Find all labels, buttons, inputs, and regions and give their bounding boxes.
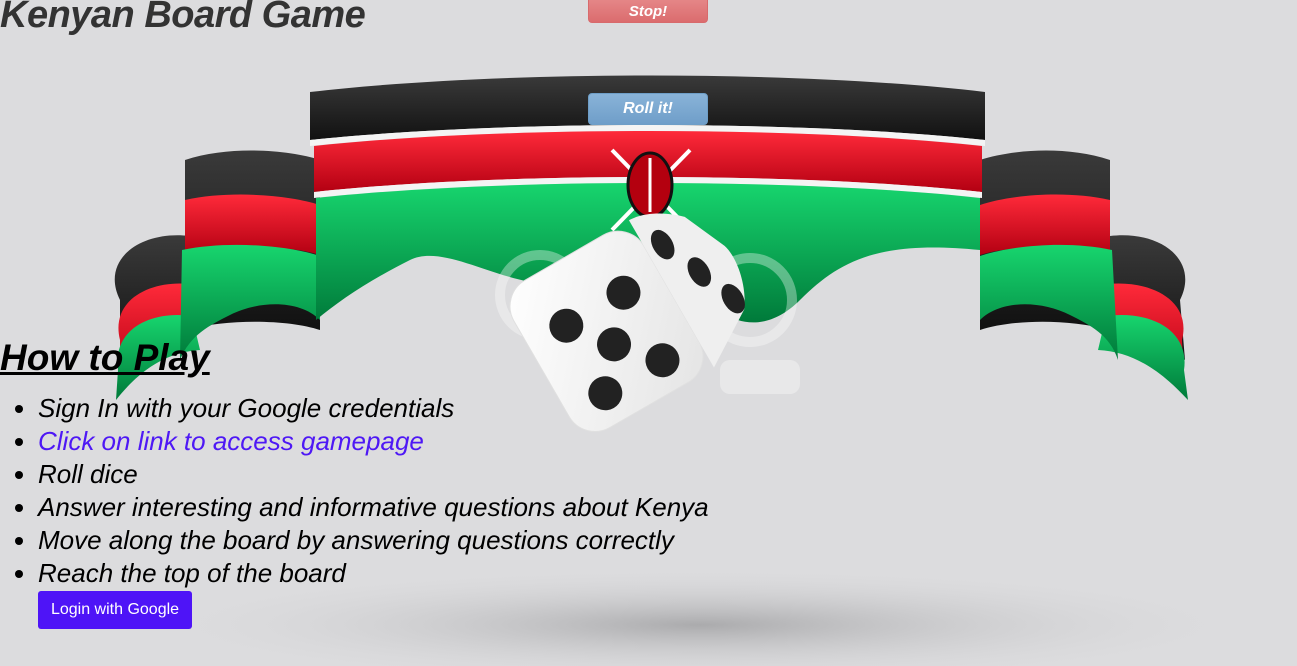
- list-item: Move along the board by answering questi…: [38, 524, 709, 557]
- list-item: Roll dice: [38, 458, 709, 491]
- roll-dice-button[interactable]: Roll it!: [588, 93, 708, 125]
- ribbon-right-tail: [980, 150, 1188, 400]
- list-item: Reach the top of the board: [38, 557, 709, 590]
- how-to-play-heading: How to Play: [0, 337, 210, 378]
- list-item: Click on link to access gamepage: [38, 425, 709, 458]
- gamepage-link[interactable]: Click on link to access gamepage: [38, 426, 424, 456]
- instructions-list: Sign In with your Google credentials Cli…: [0, 392, 709, 590]
- stop-button[interactable]: Stop!: [588, 0, 708, 23]
- list-item: Answer interesting and informative quest…: [38, 491, 709, 524]
- login-with-google-button[interactable]: Login with Google: [38, 591, 192, 629]
- page-title: Kenyan Board Game: [0, 0, 366, 36]
- list-item: Sign In with your Google credentials: [38, 392, 709, 425]
